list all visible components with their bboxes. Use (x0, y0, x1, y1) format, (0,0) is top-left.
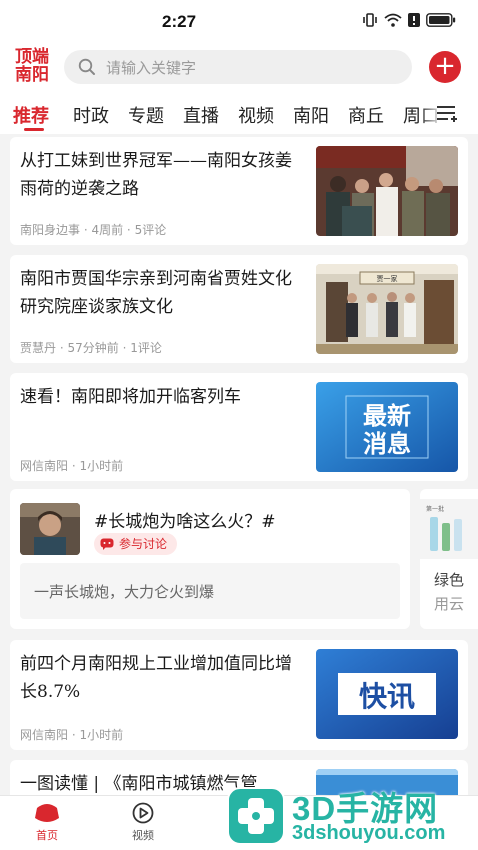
thumb-text: 快讯 (359, 680, 415, 713)
tab-nanyang[interactable]: 南阳 (293, 102, 329, 128)
topic-avatar (20, 503, 80, 555)
tab-live[interactable]: 直播 (183, 102, 219, 128)
logo-line1: 顶端 (15, 47, 49, 67)
search-placeholder: 请输入关键字 (106, 59, 197, 77)
topic-quote: 一声长城炮，大力仑火到爆 (20, 563, 400, 619)
article-thumbnail (316, 146, 458, 236)
status-time: 2:27 (162, 12, 197, 31)
article-title: 南阳市贾国华宗亲到河南省贾姓文化研究院座谈家族文化 (20, 269, 292, 317)
app-logo[interactable]: 顶端 南阳 (8, 48, 56, 88)
photo-group-image (316, 146, 458, 236)
news-card[interactable]: 前四个月南阳规上工业增加值同比增长8.7% 网信南阳 · 1小时前 快讯 (10, 640, 468, 750)
home-icon (35, 804, 59, 822)
watermark-url: 3dshouyou.com (292, 822, 446, 844)
app-header: 顶端 南阳 请输入关键字 + (0, 44, 478, 92)
article-source: 南阳身边事 (20, 223, 81, 237)
article-source: 网信南阳 (20, 459, 69, 473)
peek-line1: 绿色 (434, 571, 465, 589)
article-meta: 网信南阳 · 1小时前 (20, 459, 124, 473)
article-comments: 5评论 (134, 223, 167, 237)
topic-card[interactable]: #长城炮为啥这么火？# 参与讨论 一声长城炮，大力仑火到爆 (10, 489, 410, 629)
news-card[interactable]: 从打工妹到世界冠军——南阳女孩姜雨荷的逆袭之路 南阳身边事 · 4周前 · 5评… (10, 137, 468, 245)
wifi-icon (384, 13, 402, 27)
status-icons (362, 13, 456, 27)
thumb-text-2: 消息 (363, 430, 411, 458)
chat-icon (100, 538, 114, 550)
article-meta: 网信南阳 · 1小时前 (20, 728, 124, 742)
play-icon (132, 802, 154, 824)
article-thumbnail: 快讯 (316, 649, 458, 739)
site-watermark: 3D手游网 3dshouyou.com (220, 780, 478, 850)
topic-card-peek[interactable]: 第一批 绿色 用云 (420, 489, 478, 629)
article-thumbnail: 最新 消息 (316, 382, 458, 472)
news-card[interactable]: 南阳市贾国华宗亲到河南省贾姓文化研究院座谈家族文化 贾慧丹 · 57分钟前 · … (10, 255, 468, 363)
nav-home[interactable]: 首页 (22, 802, 72, 843)
search-bar[interactable]: 请输入关键字 (64, 50, 412, 84)
quote-text: 一声长城炮，大力仑火到爆 (34, 583, 215, 601)
article-time: 4周前 (91, 223, 124, 237)
peek-header: 第一批 (426, 505, 444, 513)
tab-shangqiu[interactable]: 商丘 (348, 102, 384, 128)
battery-icon (426, 13, 456, 27)
join-discussion-badge[interactable]: 参与讨论 (94, 533, 178, 555)
article-thumbnail: 贾一家 (316, 264, 458, 354)
article-meta: 贾慧丹 · 57分钟前 · 1评论 (20, 341, 162, 355)
nav-video[interactable]: 视频 (118, 802, 168, 843)
article-time: 1小时前 (79, 459, 124, 473)
flash-news-graphic: 快讯 (316, 649, 458, 739)
alert-icon (408, 13, 420, 27)
search-icon (78, 58, 95, 75)
nav-home-label: 首页 (36, 829, 58, 842)
add-button[interactable]: + (429, 51, 461, 83)
latest-news-graphic: 最新 消息 (316, 382, 458, 472)
badge-label: 参与讨论 (119, 537, 168, 551)
thumb-text-1: 最新 (363, 402, 411, 430)
photo-meeting-image: 贾一家 (316, 264, 458, 354)
article-time: 57分钟前 (67, 341, 119, 355)
watermark-logo-icon (227, 787, 285, 845)
vibrate-icon (363, 13, 377, 27)
article-title: 前四个月南阳规上工业增加值同比增长8.7% (20, 654, 292, 702)
active-tab-indicator (24, 128, 44, 131)
article-time: 1小时前 (79, 728, 124, 742)
tab-politics[interactable]: 时政 (73, 102, 109, 128)
article-meta: 南阳身边事 · 4周前 · 5评论 (20, 223, 167, 237)
channel-menu-icon[interactable] (436, 104, 458, 122)
topic-title: #长城炮为啥这么火？# (94, 512, 276, 532)
person-photo (20, 503, 80, 555)
banner-text: 贾一家 (377, 274, 398, 283)
news-card[interactable]: 速看！南阳即将加开临客列车 网信南阳 · 1小时前 最新 消息 (10, 373, 468, 481)
status-bar: 2:27 (0, 0, 478, 44)
tab-recommend[interactable]: 推荐 (13, 102, 49, 128)
tab-topics[interactable]: 专题 (128, 102, 164, 128)
article-title: 速看！南阳即将加开临客列车 (20, 387, 241, 407)
nav-video-label: 视频 (132, 829, 154, 842)
article-source: 网信南阳 (20, 728, 69, 742)
peek-thumbnail: 第一批 (420, 499, 478, 559)
tab-video[interactable]: 视频 (238, 102, 274, 128)
article-comments: 1评论 (130, 341, 162, 355)
logo-line2: 南阳 (15, 65, 49, 85)
peek-line2: 用云 (434, 595, 465, 613)
article-title: 从打工妹到世界冠军——南阳女孩姜雨荷的逆袭之路 (20, 151, 292, 199)
article-source: 贾慧丹 (20, 341, 57, 355)
channel-tabs: 推荐 时政 专题 直播 视频 南阳 商丘 周口 (0, 92, 478, 134)
